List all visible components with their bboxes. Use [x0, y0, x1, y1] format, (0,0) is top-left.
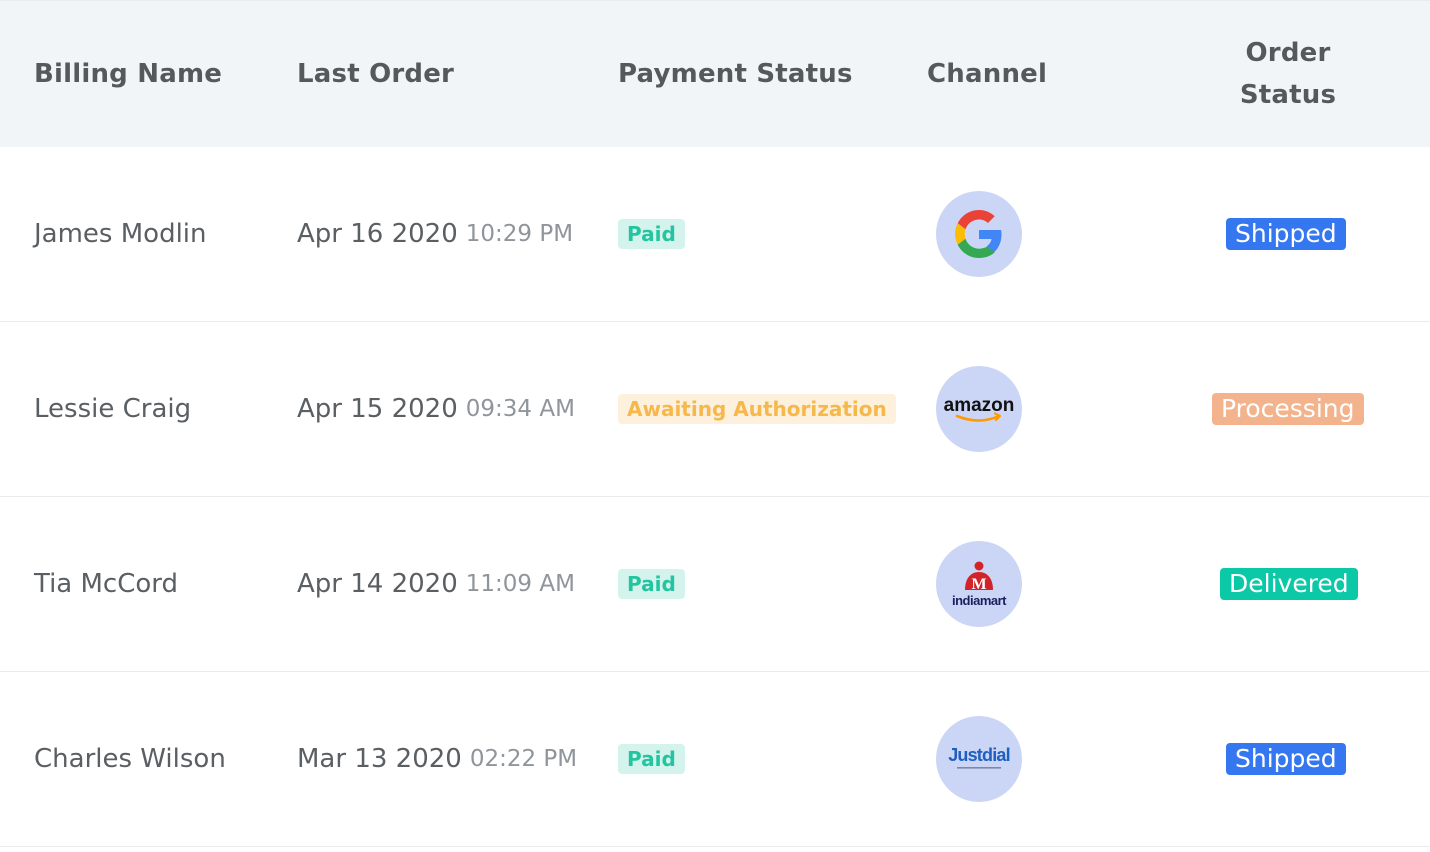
order-time: 11:09 AM	[465, 571, 575, 597]
channel-logo[interactable]	[936, 191, 1022, 277]
amazon-logo-text: amazon	[944, 395, 1015, 416]
svg-text:M: M	[971, 576, 986, 593]
column-header-last-order[interactable]: Last Order	[297, 1, 454, 147]
payment-status-badge: Paid	[618, 219, 685, 249]
column-header-payment-status[interactable]: Payment Status	[618, 1, 853, 147]
amazon-icon: amazon	[944, 395, 1015, 422]
payment-status-cell: Paid	[618, 147, 685, 321]
order-status-badge: Processing	[1212, 393, 1364, 425]
order-date: Apr 14 2020	[297, 569, 458, 599]
payment-status-cell: Paid	[618, 672, 685, 846]
payment-status-cell: Awaiting Authorization	[618, 322, 896, 496]
order-status-cell: Shipped	[1226, 147, 1346, 321]
channel-cell: amazon	[936, 322, 1022, 496]
indiamart-logo-text: indiamart	[952, 593, 1007, 608]
order-status-badge: Shipped	[1226, 743, 1346, 775]
order-status-badge: Shipped	[1226, 218, 1346, 250]
table-row[interactable]: Lessie Craig Apr 15 2020 09:34 AM Awaiti…	[0, 322, 1430, 497]
indiamart-icon: M indiamart	[952, 561, 1008, 608]
order-time: 09:34 AM	[465, 396, 575, 422]
table-body: James Modlin Apr 16 2020 10:29 PM Paid S…	[0, 147, 1430, 847]
billing-name-cell: Charles Wilson	[34, 744, 226, 774]
order-status-badge: Delivered	[1220, 568, 1358, 600]
column-header-order-status[interactable]: Order Status	[1238, 1, 1338, 147]
order-status-cell: Shipped	[1226, 672, 1346, 846]
orders-table: Billing Name Last Order Payment Status C…	[0, 0, 1430, 847]
order-status-cell: Delivered	[1220, 497, 1358, 671]
last-order-cell: Mar 13 2020 02:22 PM	[297, 672, 577, 846]
table-header: Billing Name Last Order Payment Status C…	[0, 0, 1430, 147]
payment-status-badge: Paid	[618, 744, 685, 774]
billing-name-cell: Tia McCord	[34, 569, 179, 599]
order-time: 10:29 PM	[465, 221, 574, 247]
payment-status-badge: Awaiting Authorization	[618, 394, 896, 424]
justdial-logo-text: Justdial	[948, 745, 1010, 765]
order-status-header-line2: Status	[1239, 80, 1337, 110]
order-status-header-line1: Order	[1245, 38, 1331, 68]
order-time: 02:22 PM	[469, 746, 578, 772]
last-order-cell: Apr 14 2020 11:09 AM	[297, 497, 575, 671]
order-date: Apr 15 2020	[297, 394, 458, 424]
channel-logo[interactable]: Justdial	[936, 716, 1022, 802]
order-date: Apr 16 2020	[297, 219, 458, 249]
billing-name-cell: Lessie Craig	[34, 394, 192, 424]
google-icon	[955, 210, 1002, 258]
payment-status-cell: Paid	[618, 497, 685, 671]
column-header-billing-name[interactable]: Billing Name	[34, 1, 222, 147]
justdial-icon: Justdial	[948, 745, 1011, 769]
table-row[interactable]: Charles Wilson Mar 13 2020 02:22 PM Paid…	[0, 672, 1430, 847]
channel-logo[interactable]: amazon	[936, 366, 1022, 452]
table-row[interactable]: James Modlin Apr 16 2020 10:29 PM Paid S…	[0, 147, 1430, 322]
payment-status-badge: Paid	[618, 569, 685, 599]
column-header-channel[interactable]: Channel	[927, 1, 1047, 147]
channel-cell: Justdial	[936, 672, 1022, 846]
last-order-cell: Apr 16 2020 10:29 PM	[297, 147, 573, 321]
order-status-cell: Processing	[1212, 322, 1364, 496]
billing-name-cell: James Modlin	[34, 219, 207, 249]
order-date: Mar 13 2020	[297, 744, 462, 774]
table-row[interactable]: Tia McCord Apr 14 2020 11:09 AM Paid M i…	[0, 497, 1430, 672]
channel-cell	[936, 147, 1022, 321]
channel-logo[interactable]: M indiamart	[936, 541, 1022, 627]
channel-cell: M indiamart	[936, 497, 1022, 671]
last-order-cell: Apr 15 2020 09:34 AM	[297, 322, 575, 496]
